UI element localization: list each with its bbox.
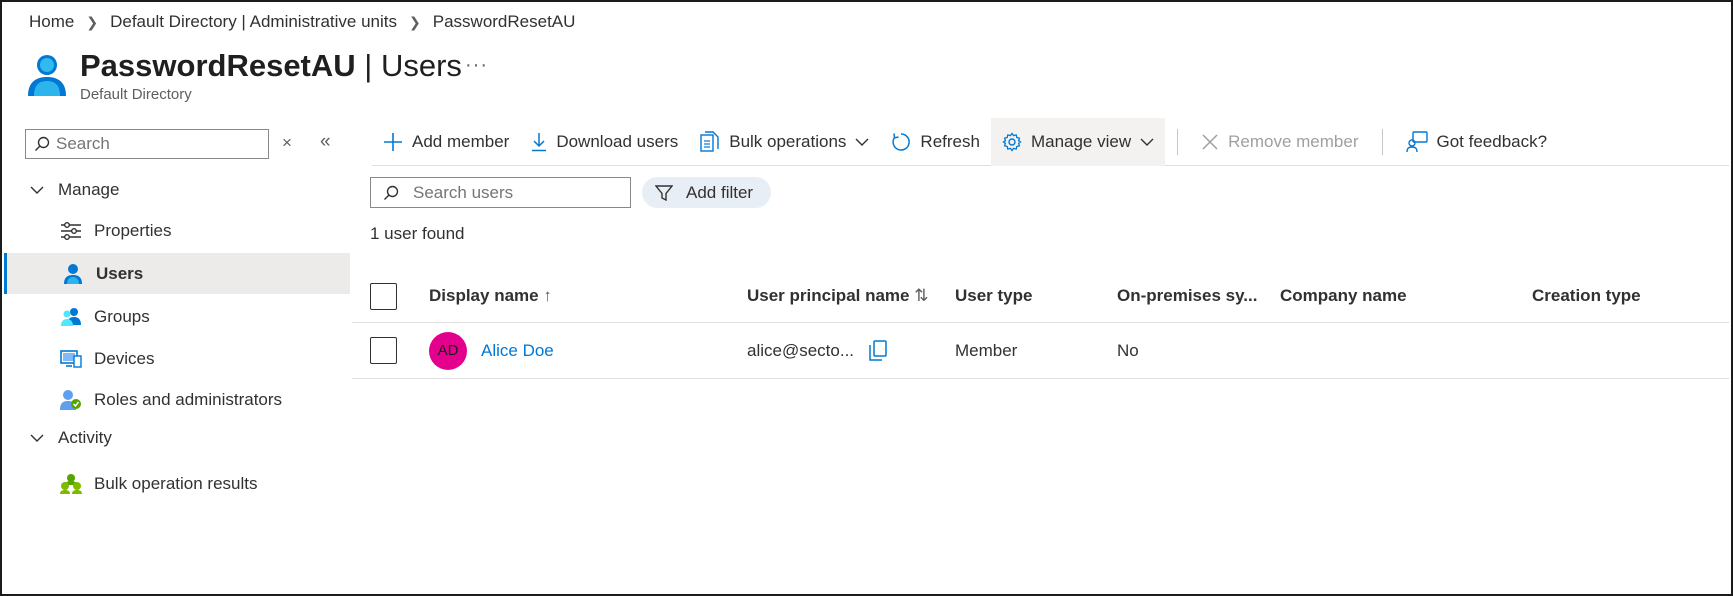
page-subtitle: Default Directory: [80, 86, 192, 103]
sort-ascending-icon: ↑: [543, 286, 552, 305]
search-users-input[interactable]: [413, 182, 613, 203]
more-options-button[interactable]: ···: [465, 54, 488, 77]
sidebar-item-users[interactable]: Users: [4, 253, 350, 294]
clear-search-button[interactable]: ×: [282, 133, 292, 153]
nav-group-activity[interactable]: Activity: [30, 428, 112, 448]
row-checkbox[interactable]: [370, 337, 397, 364]
sidebar-item-label: Devices: [94, 348, 155, 368]
column-creation-type[interactable]: Creation type: [1532, 270, 1641, 322]
command-bar: Add member Download users Bulk operation…: [372, 117, 1729, 166]
plus-icon: [383, 132, 403, 152]
column-display-name[interactable]: Display name ↑: [429, 270, 552, 322]
sidebar-item-label: Users: [96, 263, 144, 283]
avatar: AD: [429, 331, 467, 370]
display-name-cell: AD Alice Doe: [429, 323, 554, 378]
sidebar-item-devices[interactable]: Devices: [4, 338, 350, 379]
devices-icon: [60, 348, 82, 370]
column-onprem-sync[interactable]: On-premises sy...: [1117, 270, 1257, 322]
search-users-box[interactable]: [370, 177, 631, 208]
onprem-sync-cell: No: [1117, 340, 1139, 360]
sidebar-item-label: Roles and administrators: [94, 389, 283, 409]
chevron-right-icon: ❯: [409, 13, 421, 30]
add-member-button[interactable]: Add member: [372, 118, 520, 166]
title-divider: |: [364, 48, 373, 83]
gear-icon: [1002, 131, 1022, 152]
users-table: Display name ↑ User principal name ⇅ Use…: [352, 270, 1729, 379]
chevron-down-icon: [1140, 137, 1154, 147]
chevron-right-icon: ❯: [86, 13, 99, 30]
filter-icon: [655, 184, 673, 202]
chevron-down-icon: [30, 434, 44, 442]
table-row[interactable]: AD Alice Doe alice@secto... Member No: [352, 323, 1729, 379]
breadcrumb: Home ❯ Default Directory | Administrativ…: [29, 12, 575, 32]
add-filter-button[interactable]: Add filter: [642, 177, 771, 208]
user-type-cell: Member: [955, 340, 1018, 360]
download-users-button[interactable]: Download users: [520, 118, 689, 166]
user-icon: [62, 263, 84, 285]
sidebar-item-groups[interactable]: Groups: [4, 296, 350, 337]
user-icon: [28, 55, 66, 96]
page-header: PasswordResetAU | Users Default Director…: [26, 48, 462, 103]
copy-icon[interactable]: [868, 339, 888, 362]
got-feedback-button[interactable]: Got feedback?: [1395, 118, 1559, 166]
breadcrumb-home[interactable]: Home: [29, 12, 74, 32]
collapse-sidebar-button[interactable]: «: [320, 131, 331, 153]
remove-member-button[interactable]: Remove member: [1190, 118, 1369, 166]
manage-view-button[interactable]: Manage view: [990, 117, 1166, 166]
toolbar-divider: [1381, 128, 1383, 155]
page-name: Users: [380, 48, 462, 83]
sidebar-item-label: Properties: [94, 220, 172, 240]
upn-cell: alice@secto...: [747, 323, 888, 378]
nav-group-label: Activity: [58, 428, 112, 447]
result-count: 1 user found: [370, 224, 465, 243]
close-icon: [1201, 133, 1219, 151]
sidebar-search-box[interactable]: [25, 129, 269, 159]
resource-name: PasswordResetAU: [80, 48, 356, 83]
download-icon: [531, 132, 547, 152]
nav-group-manage[interactable]: Manage: [30, 180, 119, 200]
refresh-button[interactable]: Refresh: [880, 118, 991, 166]
nav-group-label: Manage: [58, 180, 120, 199]
column-company-name[interactable]: Company name: [1280, 270, 1407, 322]
search-icon: [35, 136, 50, 151]
page-title: PasswordResetAU | Users: [80, 48, 462, 84]
bulk-results-icon: [60, 473, 82, 495]
user-link[interactable]: Alice Doe: [481, 341, 554, 361]
toolbar-divider: [1177, 128, 1179, 155]
sort-icon: ⇅: [914, 286, 929, 305]
select-all-checkbox[interactable]: [370, 282, 397, 310]
table-header: Display name ↑ User principal name ⇅ Use…: [352, 270, 1729, 323]
column-upn[interactable]: User principal name ⇅: [747, 270, 929, 322]
roles-icon: [60, 389, 82, 411]
bulk-operations-button[interactable]: Bulk operations: [689, 118, 880, 166]
sliders-icon: [60, 220, 82, 242]
column-user-type[interactable]: User type: [955, 270, 1032, 322]
breadcrumb-admin-units[interactable]: Default Directory | Administrative units: [110, 12, 397, 32]
bulk-document-icon: [700, 130, 720, 153]
sidebar-item-label: Groups: [94, 306, 150, 326]
sidebar-item-bulk-results[interactable]: Bulk operation results: [4, 463, 350, 504]
refresh-icon: [891, 132, 911, 152]
sidebar-item-roles[interactable]: Roles and administrators: [4, 379, 350, 420]
groups-icon: [60, 306, 82, 328]
sidebar-search-input[interactable]: [56, 134, 256, 154]
chevron-down-icon: [30, 186, 44, 194]
search-icon: [384, 185, 399, 200]
breadcrumb-current[interactable]: PasswordResetAU: [433, 12, 576, 32]
feedback-icon: [1405, 130, 1428, 153]
chevron-down-icon: [855, 137, 869, 147]
sidebar-item-label: Bulk operation results: [94, 473, 258, 493]
portal-frame: Home ❯ Default Directory | Administrativ…: [0, 0, 1733, 596]
sidebar-item-properties[interactable]: Properties: [4, 210, 350, 251]
